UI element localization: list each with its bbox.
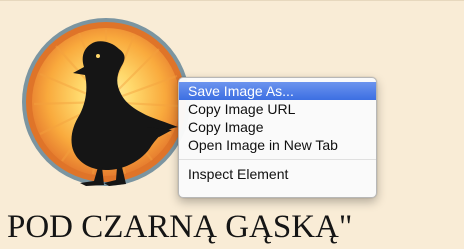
- goose-logo-icon: [22, 18, 190, 186]
- context-menu[interactable]: Save Image As... Copy Image URL Copy Ima…: [178, 77, 377, 198]
- menu-separator: [179, 159, 376, 160]
- goose-eye: [96, 54, 100, 58]
- copy-image-menu-item[interactable]: Copy Image: [179, 118, 376, 136]
- webpage-background: POD CZARNĄ GĄSKĄ" Save Image As... Copy …: [0, 0, 464, 249]
- save-image-as-menu-item[interactable]: Save Image As...: [179, 82, 376, 100]
- page-title: POD CZARNĄ GĄSKĄ": [7, 209, 353, 245]
- goose-logo-image[interactable]: [20, 16, 192, 188]
- inspect-element-menu-item[interactable]: Inspect Element: [179, 165, 376, 183]
- open-image-new-tab-menu-item[interactable]: Open Image in New Tab: [179, 136, 376, 154]
- copy-image-url-menu-item[interactable]: Copy Image URL: [179, 100, 376, 118]
